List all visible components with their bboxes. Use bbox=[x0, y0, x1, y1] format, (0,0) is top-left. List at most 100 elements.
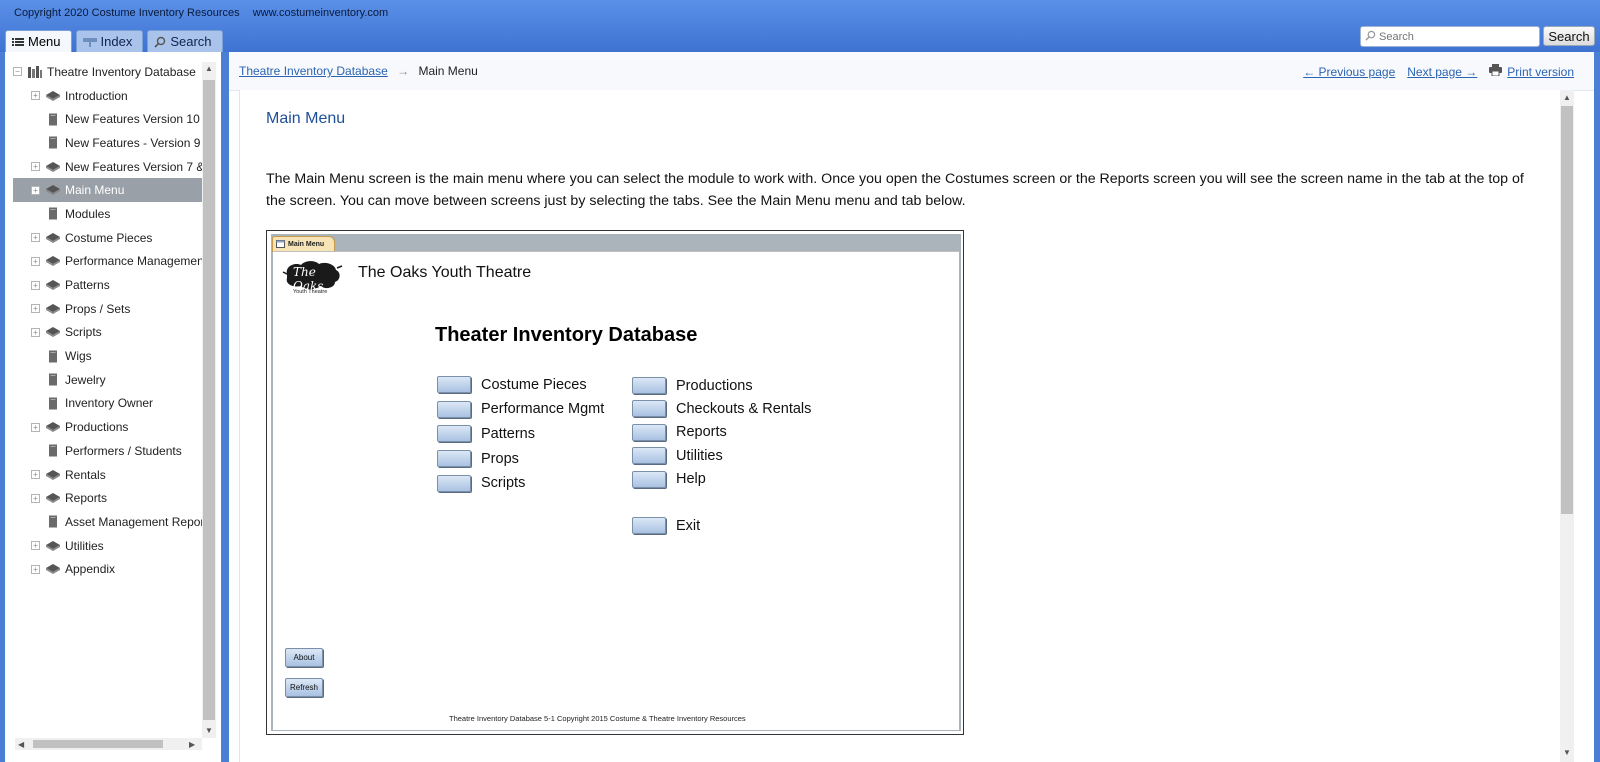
about-button[interactable]: About bbox=[285, 648, 323, 667]
refresh-button[interactable]: Refresh bbox=[285, 678, 323, 697]
expand-toggle[interactable]: + bbox=[31, 470, 40, 480]
menu-button-right[interactable]: Utilities bbox=[632, 447, 723, 465]
expand-toggle[interactable]: + bbox=[31, 493, 40, 503]
article: Main Menu The Main Menu screen is the ma… bbox=[239, 90, 1573, 762]
toc-item-label: Reports bbox=[65, 491, 108, 506]
toc-item[interactable]: + Rentals bbox=[13, 463, 207, 487]
expand-toggle[interactable]: + bbox=[31, 327, 40, 337]
exit-button[interactable]: Exit bbox=[632, 517, 700, 534]
expand-toggle[interactable]: + bbox=[31, 541, 40, 551]
toc-item[interactable]: Jewelry bbox=[13, 368, 207, 392]
expand-toggle[interactable]: + bbox=[31, 185, 40, 195]
button-face bbox=[437, 376, 471, 393]
search-box bbox=[1360, 26, 1540, 47]
logo-subtext: Youth Theatre bbox=[293, 289, 328, 295]
previous-page-link[interactable]: ← Previous page bbox=[1303, 65, 1395, 79]
expand-toggle[interactable]: + bbox=[31, 280, 40, 290]
breadcrumb: Theatre Inventory Database → Main Menu bbox=[239, 64, 478, 78]
list-icon bbox=[12, 37, 24, 47]
menu-button-right[interactable]: Productions bbox=[632, 377, 753, 394]
menu-button-label: Patterns bbox=[481, 425, 535, 442]
book-icon bbox=[45, 278, 61, 292]
scroll-up-icon[interactable]: ▲ bbox=[205, 64, 213, 73]
book-icon bbox=[45, 539, 61, 553]
toc-item[interactable]: Modules bbox=[13, 202, 207, 226]
copyright-line: Copyright 2020 Costume Inventory Resourc… bbox=[14, 7, 398, 19]
breadcrumb-link[interactable]: Theatre Inventory Database bbox=[239, 64, 388, 78]
toc-item[interactable]: Performers / Students bbox=[13, 439, 207, 463]
book-icon bbox=[45, 160, 61, 174]
toc-item[interactable]: Asset Management Reports bbox=[13, 510, 207, 534]
collapse-toggle[interactable]: − bbox=[13, 67, 22, 77]
toc-item[interactable]: + Patterns bbox=[13, 273, 207, 297]
book-icon bbox=[45, 491, 61, 505]
scroll-down-icon[interactable]: ▼ bbox=[1563, 748, 1571, 757]
expand-toggle[interactable]: + bbox=[31, 422, 40, 432]
menu-button-left[interactable]: Performance Mgmt bbox=[437, 400, 604, 418]
scrollbar-thumb[interactable] bbox=[1561, 106, 1573, 514]
toc-item[interactable]: + Introduction bbox=[13, 84, 207, 108]
toc-item[interactable]: + Performance Management bbox=[13, 250, 207, 274]
toc-item[interactable]: + Appendix bbox=[13, 557, 207, 581]
toc-item[interactable]: Wigs bbox=[13, 344, 207, 368]
button-face bbox=[632, 470, 666, 488]
expand-toggle[interactable]: + bbox=[31, 91, 40, 101]
expand-toggle[interactable]: + bbox=[31, 304, 40, 314]
button-face bbox=[437, 400, 471, 418]
menu-button-right[interactable]: Checkouts & Rentals bbox=[632, 400, 811, 418]
org-name: The Oaks Youth Theatre bbox=[358, 264, 532, 281]
scrollbar-thumb[interactable] bbox=[203, 80, 215, 720]
toc-item-label: Modules bbox=[65, 206, 111, 221]
content-vertical-scrollbar[interactable]: ▲ ▼ bbox=[1560, 90, 1574, 762]
tab-search[interactable]: Search bbox=[147, 30, 223, 52]
toc-item-label: Utilities bbox=[65, 538, 104, 553]
nav-tabs: Menu Index Search bbox=[5, 30, 223, 52]
toc-horizontal-scrollbar[interactable]: ◀ ▶ bbox=[15, 738, 202, 750]
expand-toggle[interactable]: + bbox=[31, 233, 40, 243]
search-field-icon bbox=[1365, 30, 1376, 44]
next-page-link[interactable]: Next page → bbox=[1407, 65, 1477, 79]
toc-item[interactable]: + Utilities bbox=[13, 534, 207, 558]
menu-button-left[interactable]: Costume Pieces bbox=[437, 376, 587, 393]
toc-item[interactable]: + Reports bbox=[13, 486, 207, 510]
copyright-text: Copyright 2020 Costume Inventory Resourc… bbox=[14, 7, 240, 19]
toc-item[interactable]: + Main Menu bbox=[13, 178, 207, 203]
content-topbar: Theatre Inventory Database → Main Menu ←… bbox=[229, 52, 1594, 91]
expand-toggle[interactable]: + bbox=[31, 162, 40, 172]
search-input[interactable] bbox=[1379, 30, 1529, 43]
expand-toggle[interactable]: + bbox=[31, 564, 40, 574]
tab-index[interactable]: Index bbox=[75, 30, 144, 52]
toc-tree: − Theatre Inventory Database + Introducti… bbox=[13, 60, 207, 581]
menu-button-left[interactable]: Props bbox=[437, 450, 519, 468]
toc-item-label: Inventory Owner bbox=[65, 396, 154, 411]
toc-item[interactable]: + Scripts bbox=[13, 321, 207, 345]
page-icon bbox=[45, 112, 61, 126]
toc-item[interactable]: New Features Version 10 bbox=[13, 107, 207, 131]
menu-button-right[interactable]: Help bbox=[632, 470, 706, 488]
menu-button-right[interactable]: Reports bbox=[632, 423, 727, 441]
scroll-down-icon[interactable]: ▼ bbox=[205, 726, 213, 735]
menu-button-left[interactable]: Patterns bbox=[437, 425, 535, 443]
scroll-left-icon[interactable]: ◀ bbox=[18, 740, 24, 749]
button-face bbox=[437, 474, 471, 492]
toc-item[interactable]: + Props / Sets bbox=[13, 297, 207, 321]
print-version-link[interactable]: Print version bbox=[1507, 65, 1574, 79]
search-button[interactable]: Search bbox=[1543, 26, 1595, 46]
toc-item-label: Asset Management Reports bbox=[65, 514, 207, 529]
expand-toggle[interactable]: + bbox=[31, 256, 40, 266]
scroll-up-icon[interactable]: ▲ bbox=[1563, 93, 1571, 102]
toc-root[interactable]: − Theatre Inventory Database bbox=[13, 60, 207, 84]
toc-item[interactable]: New Features - Version 9 bbox=[13, 131, 207, 155]
toc-item[interactable]: + Productions bbox=[13, 415, 207, 439]
intro-paragraph: The Main Menu screen is the main menu wh… bbox=[266, 171, 1524, 209]
toc-item[interactable]: + New Features Version 7 & 8 bbox=[13, 155, 207, 179]
menu-button-left[interactable]: Scripts bbox=[437, 474, 525, 492]
screenshot-frame: Main Menu The Oaks Youth Theatre The Oak… bbox=[271, 234, 961, 731]
scrollbar-thumb[interactable] bbox=[33, 740, 163, 748]
tab-menu[interactable]: Menu bbox=[5, 30, 72, 52]
toc-item[interactable]: + Costume Pieces bbox=[13, 226, 207, 250]
toc-vertical-scrollbar[interactable]: ▲ ▼ bbox=[202, 62, 216, 738]
scroll-right-icon[interactable]: ▶ bbox=[189, 740, 195, 749]
pane-splitter[interactable] bbox=[221, 52, 229, 762]
toc-item[interactable]: Inventory Owner bbox=[13, 392, 207, 416]
